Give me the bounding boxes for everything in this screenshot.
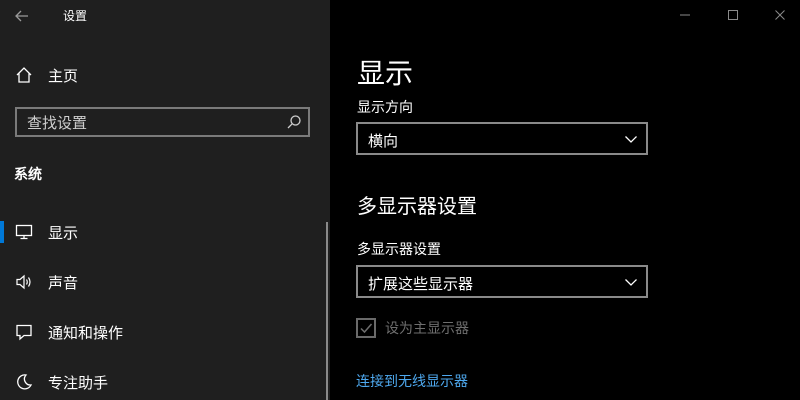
- notification-icon: [14, 322, 34, 342]
- search-icon[interactable]: [286, 114, 302, 130]
- search-input[interactable]: [27, 113, 277, 133]
- close-button[interactable]: [760, 2, 800, 28]
- settings-window: 设置 主页 系统 显示: [0, 0, 800, 400]
- primary-display-checkbox-row: 设为主显示器: [356, 316, 469, 340]
- maximize-button[interactable]: [713, 2, 753, 28]
- multi-display-dropdown[interactable]: 扩展这些显示器: [356, 265, 648, 298]
- minimize-button[interactable]: [665, 2, 705, 28]
- search-box: [15, 107, 310, 137]
- checkmark-icon: [360, 323, 373, 334]
- sidebar-scrollbar[interactable]: [326, 222, 328, 400]
- sidebar-item-label: 通知和操作: [48, 324, 124, 342]
- arrow-left-icon: [15, 10, 28, 22]
- sidebar-item-label: 显示: [48, 224, 79, 242]
- sidebar-item-label: 声音: [48, 274, 79, 292]
- dropdown-value: 横向: [368, 132, 399, 150]
- multi-display-section-title: 多显示器设置: [357, 194, 477, 218]
- section-label-system: 系统: [14, 167, 42, 183]
- chevron-down-icon: [625, 279, 637, 286]
- connect-wireless-display-link[interactable]: 连接到无线显示器: [356, 371, 468, 391]
- sidebar-item-focus-assist[interactable]: 专注助手: [0, 362, 320, 400]
- sidebar: 设置 主页 系统 显示: [0, 0, 330, 400]
- orientation-label: 显示方向: [357, 100, 413, 116]
- close-icon: [775, 10, 785, 20]
- sidebar-item-sound[interactable]: 声音: [0, 262, 320, 302]
- speaker-icon: [14, 272, 34, 292]
- back-button[interactable]: [8, 2, 36, 30]
- active-indicator: [0, 221, 4, 243]
- sidebar-item-label: 专注助手: [48, 374, 109, 392]
- monitor-icon: [14, 222, 34, 242]
- minimize-icon: [680, 14, 690, 16]
- chevron-down-icon: [625, 136, 637, 143]
- dropdown-value: 扩展这些显示器: [368, 275, 474, 293]
- orientation-dropdown[interactable]: 横向: [356, 122, 648, 155]
- sidebar-item-notifications[interactable]: 通知和操作: [0, 312, 320, 352]
- home-icon: [14, 65, 34, 85]
- moon-icon: [14, 372, 34, 392]
- checkbox-label: 设为主显示器: [385, 321, 469, 337]
- sidebar-item-home[interactable]: 主页: [0, 58, 330, 92]
- primary-display-checkbox[interactable]: [356, 318, 376, 338]
- multi-display-label: 多显示器设置: [357, 242, 441, 258]
- maximize-icon: [728, 10, 738, 20]
- sidebar-item-label: 主页: [48, 66, 79, 85]
- page-title: 显示: [357, 57, 414, 90]
- sidebar-item-display[interactable]: 显示: [0, 212, 320, 252]
- app-title: 设置: [63, 9, 88, 23]
